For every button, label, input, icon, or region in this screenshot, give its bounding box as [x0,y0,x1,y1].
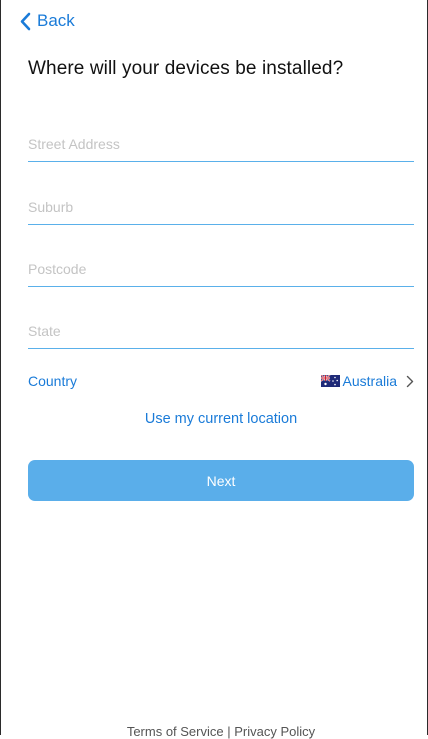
privacy-policy-link[interactable]: Privacy Policy [234,724,315,739]
state-input[interactable] [28,308,414,348]
use-current-location-link[interactable]: Use my current location [1,411,428,427]
app-frame: Back Where will your devices be installe… [0,0,428,739]
australia-flag-icon [320,375,340,387]
country-value: Australia [342,373,397,389]
chevron-right-icon [406,375,414,387]
street-address-input[interactable] [28,121,414,161]
next-button[interactable]: Next [28,460,414,501]
country-label: Country [28,373,78,389]
country-row[interactable]: Country Australia [28,371,414,391]
street-address-field[interactable] [28,121,414,162]
back-button[interactable]: Back [19,11,75,31]
footer-links: Terms of Service | Privacy Policy [1,724,428,739]
postcode-input[interactable] [28,246,414,286]
chevron-left-icon [20,12,31,30]
page-title: Where will your devices be installed? [28,58,344,79]
back-label: Back [37,11,75,30]
footer-separator: | [227,724,231,739]
postcode-field[interactable] [28,246,414,287]
terms-of-service-link[interactable]: Terms of Service [127,724,224,739]
state-field[interactable] [28,308,414,349]
country-selector[interactable]: Australia [320,373,414,389]
suburb-field[interactable] [28,184,414,225]
suburb-input[interactable] [28,184,414,224]
